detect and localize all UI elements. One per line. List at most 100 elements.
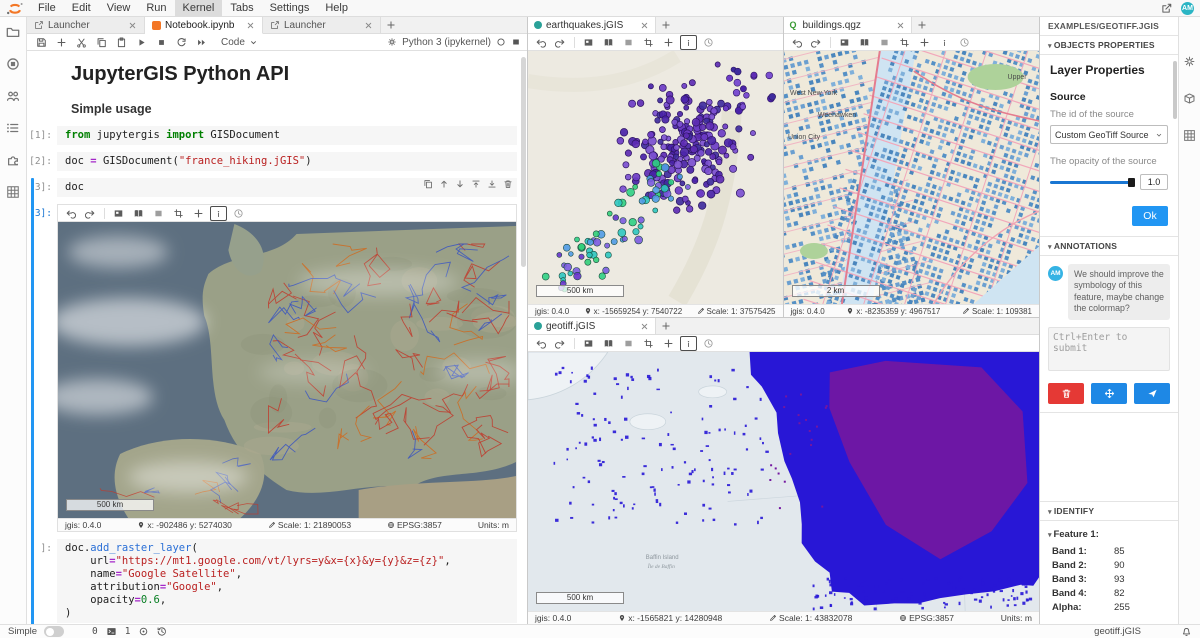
duplicate-cell-icon[interactable] bbox=[423, 179, 433, 189]
share-icon[interactable] bbox=[1161, 2, 1173, 14]
history-button[interactable] bbox=[230, 206, 247, 221]
kernel-name[interactable]: Python 3 (ipykernel) bbox=[402, 37, 491, 48]
source-select[interactable]: Custom GeoTiff Source bbox=[1050, 125, 1168, 144]
layer-browser-button[interactable] bbox=[600, 336, 617, 351]
annotation-input[interactable] bbox=[1048, 327, 1170, 371]
add-layer-button[interactable] bbox=[916, 35, 933, 50]
insert-cell-below-icon[interactable] bbox=[487, 179, 497, 189]
add-layer-button[interactable] bbox=[190, 206, 207, 221]
table-of-contents-icon[interactable] bbox=[6, 121, 20, 135]
menu-settings[interactable]: Settings bbox=[262, 0, 318, 17]
code-editor-3[interactable]: doc bbox=[57, 178, 517, 197]
tab-launcher-2[interactable]: Launcher bbox=[263, 17, 381, 33]
new-tab-button[interactable] bbox=[656, 318, 676, 334]
identify-button[interactable] bbox=[680, 336, 697, 351]
tab-buildings[interactable]: Q buildings.qgz bbox=[784, 17, 912, 33]
new-layer-group-button[interactable] bbox=[876, 35, 893, 50]
package-icon[interactable] bbox=[1183, 92, 1196, 105]
close-icon[interactable] bbox=[896, 21, 905, 30]
undo-button[interactable] bbox=[62, 206, 79, 221]
code-cell-1[interactable]: [1]: from jupytergis import GISDocument bbox=[27, 126, 517, 145]
new-tab-button[interactable] bbox=[912, 17, 932, 33]
code-editor-raster[interactable]: doc.add_raster_layer( url="https://mt1.g… bbox=[57, 539, 517, 623]
close-icon[interactable] bbox=[640, 21, 649, 30]
collaboration-icon[interactable] bbox=[6, 89, 20, 103]
menu-file[interactable]: File bbox=[30, 0, 64, 17]
menu-edit[interactable]: Edit bbox=[64, 0, 99, 17]
delete-annotation-button[interactable] bbox=[1048, 383, 1084, 404]
menu-tabs[interactable]: Tabs bbox=[222, 0, 261, 17]
bld-canvas[interactable]: West New YorkWeehawkenUnion CityUpper bbox=[784, 51, 1040, 304]
notebook-scrollbar[interactable] bbox=[521, 57, 526, 267]
cut-cell-button[interactable] bbox=[73, 35, 90, 50]
annotations-header[interactable]: ANNOTATIONS bbox=[1040, 237, 1178, 256]
new-raster-layer-button[interactable] bbox=[836, 35, 853, 50]
running-kernels-icon[interactable] bbox=[6, 57, 20, 71]
identify-button[interactable] bbox=[936, 35, 953, 50]
feature-label[interactable]: Feature 1: bbox=[1048, 529, 1170, 540]
new-tab-button[interactable] bbox=[656, 17, 676, 33]
tab-geotiff[interactable]: geotiff.jGIS bbox=[528, 318, 656, 334]
new-layer-group-button[interactable] bbox=[150, 206, 167, 221]
opacity-slider[interactable] bbox=[1050, 181, 1134, 184]
extensions-icon[interactable] bbox=[6, 153, 20, 167]
menu-view[interactable]: View bbox=[99, 0, 139, 17]
move-cell-up-icon[interactable] bbox=[439, 179, 449, 189]
code-editor-1[interactable]: from jupytergis import GISDocument bbox=[57, 126, 517, 145]
redo-button[interactable] bbox=[82, 206, 99, 221]
redo-button[interactable] bbox=[552, 336, 569, 351]
history-button[interactable] bbox=[700, 35, 717, 50]
close-icon[interactable] bbox=[640, 322, 649, 331]
identify-button[interactable] bbox=[680, 35, 697, 50]
settings-gear-icon[interactable] bbox=[1183, 55, 1196, 68]
file-browser-icon[interactable] bbox=[6, 25, 20, 39]
code-cell-3[interactable]: [3]: doc bbox=[27, 178, 517, 197]
undo-button[interactable] bbox=[532, 35, 549, 50]
code-cell-2[interactable]: [2]: doc = GISDocument("france_hiking.jG… bbox=[27, 152, 517, 171]
redo-button[interactable] bbox=[808, 35, 825, 50]
notifications-bell-icon[interactable] bbox=[1181, 626, 1192, 637]
new-raster-layer-button[interactable] bbox=[580, 336, 597, 351]
opacity-value[interactable]: 1.0 bbox=[1140, 174, 1168, 190]
layer-browser-button[interactable] bbox=[130, 206, 147, 221]
new-raster-layer-button[interactable] bbox=[580, 35, 597, 50]
panel-scrollbar[interactable] bbox=[1173, 61, 1177, 119]
move-cell-down-icon[interactable] bbox=[455, 179, 465, 189]
kernel-settings-icon[interactable] bbox=[387, 37, 397, 47]
history-icon[interactable] bbox=[156, 626, 167, 637]
add-layer-button[interactable] bbox=[660, 336, 677, 351]
dataset-grid-icon[interactable] bbox=[6, 185, 20, 199]
close-icon[interactable] bbox=[364, 21, 373, 30]
zoom-to-extent-button[interactable] bbox=[640, 35, 657, 50]
menu-kernel[interactable]: Kernel bbox=[175, 0, 223, 17]
zoom-to-extent-button[interactable] bbox=[896, 35, 913, 50]
copy-cell-button[interactable] bbox=[93, 35, 110, 50]
delete-cell-icon[interactable] bbox=[503, 179, 513, 189]
add-cell-button[interactable] bbox=[53, 35, 70, 50]
interrupt-kernel-button[interactable] bbox=[153, 35, 170, 50]
user-avatar[interactable]: AM bbox=[1181, 2, 1194, 15]
new-layer-group-button[interactable] bbox=[620, 336, 637, 351]
undo-button[interactable] bbox=[532, 336, 549, 351]
objects-properties-header[interactable]: OBJECTS PROPERTIES bbox=[1040, 36, 1178, 55]
nbmap-canvas[interactable] bbox=[58, 222, 516, 518]
history-button[interactable] bbox=[700, 336, 717, 351]
run-cell-button[interactable] bbox=[133, 35, 150, 50]
markdown-cell[interactable]: JupyterGIS Python API Simple usage bbox=[71, 63, 517, 116]
history-button[interactable] bbox=[956, 35, 973, 50]
layer-browser-button[interactable] bbox=[600, 35, 617, 50]
notebook-content[interactable]: JupyterGIS Python API Simple usage [1]: … bbox=[27, 51, 527, 624]
kernel-target-icon[interactable] bbox=[138, 626, 149, 637]
tab-notebook[interactable]: Notebook.ipynb bbox=[145, 17, 263, 34]
identify-button[interactable] bbox=[210, 206, 227, 221]
redo-button[interactable] bbox=[552, 35, 569, 50]
close-icon[interactable] bbox=[128, 21, 137, 30]
submit-annotation-button[interactable] bbox=[1134, 383, 1170, 404]
save-button[interactable] bbox=[33, 35, 50, 50]
simple-mode-toggle[interactable] bbox=[44, 626, 64, 637]
identify-header[interactable]: IDENTIFY bbox=[1040, 501, 1178, 521]
paste-cell-button[interactable] bbox=[113, 35, 130, 50]
cell-type-select[interactable]: Code bbox=[221, 37, 258, 48]
slider-handle[interactable] bbox=[1128, 178, 1135, 187]
terminal-icon[interactable] bbox=[105, 626, 118, 637]
